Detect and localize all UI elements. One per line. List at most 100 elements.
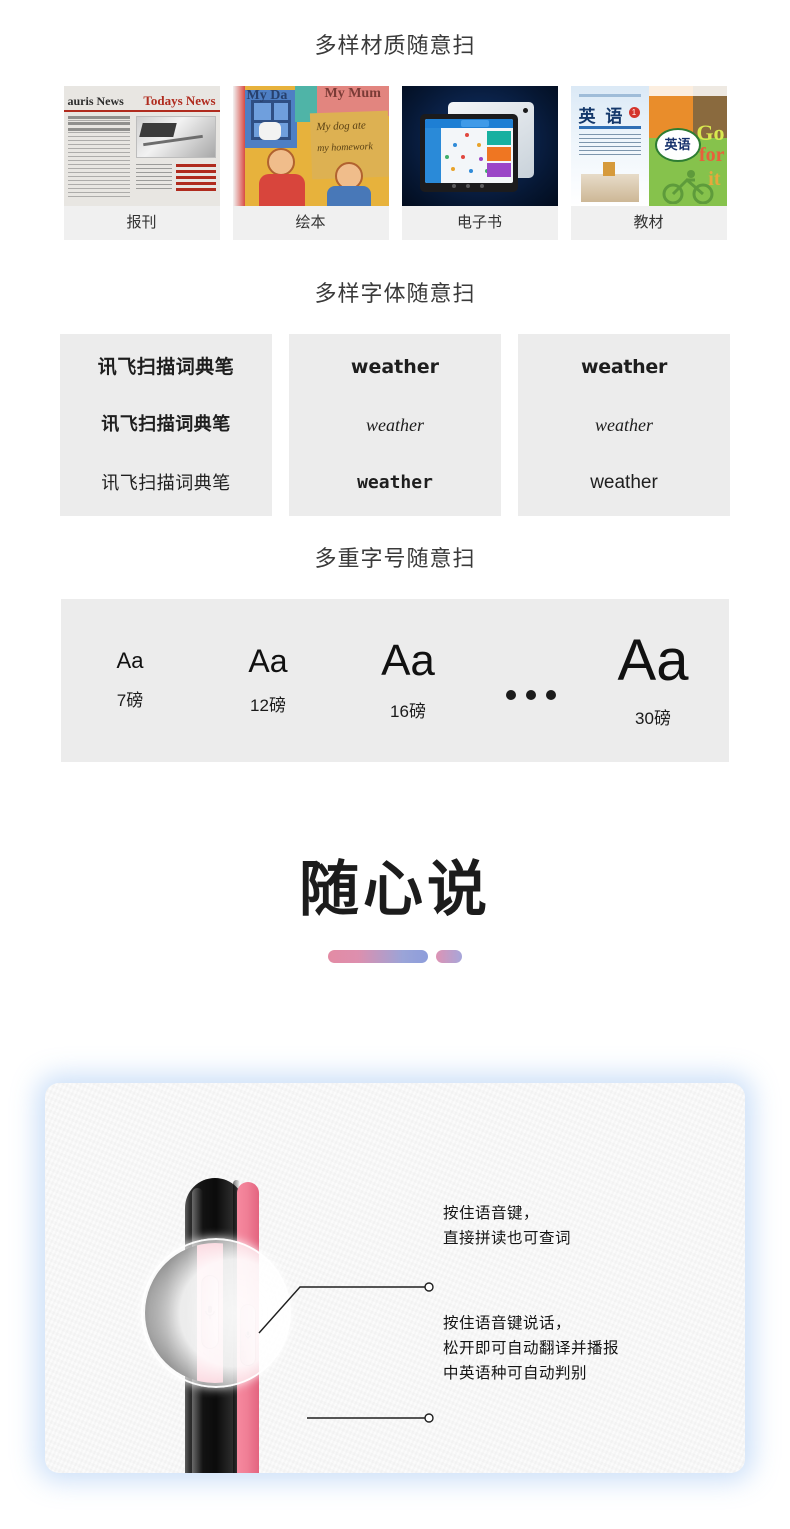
fonts-card-row: 讯飞扫描词典笔 讯飞扫描词典笔 讯飞扫描词典笔 weather weather … [0, 334, 790, 516]
sizes-section: 多重字号随意扫 Aa 7磅 Aa 12磅 Aa 16磅 Aa 30磅 [0, 527, 790, 762]
size-glyph-30: Aa [617, 628, 689, 693]
product-photo-panel: 按住语音键， 直接拼读也可查词 按住语音键说话， 松开即可自动翻译并播报 中英语… [45, 1083, 745, 1473]
textbook-1-building-art [580, 162, 639, 202]
pb-child-1-body [258, 174, 305, 206]
material-label-picture-book: 绘本 [232, 206, 389, 240]
textbook-2-title-oval: 英语 [654, 128, 701, 162]
textbook-2-go: Go [696, 120, 725, 145]
newspaper-masthead: auris News Todays News [63, 92, 220, 112]
font-sample-en1-2: weather [366, 415, 424, 435]
pb-dog [258, 122, 281, 140]
screen-topbar-chip [460, 120, 489, 127]
textbook-book-2: Go for it 英语 [648, 86, 727, 206]
hero-title: 随心说 [299, 855, 491, 925]
tablet-screen [424, 119, 513, 183]
font-sample-en2-2: weather [595, 415, 653, 435]
magnifier-circle [141, 1238, 291, 1388]
size-label-16: 16磅 [390, 702, 426, 721]
callout-1-line-1: 按住语音键， [443, 1205, 540, 1222]
textbook-2-for: for [698, 144, 725, 166]
size-label-12: 12磅 [250, 696, 286, 715]
callout-2-line-1: 按住语音键说话， [443, 1315, 572, 1332]
textbook-2-cyclist-icon [662, 170, 713, 204]
masthead-right-text: Todays News [143, 93, 216, 108]
materials-heading: 多样材质随意扫 [314, 33, 476, 58]
textbook-2-title: 英语 [664, 137, 691, 152]
material-card-picture-book[interactable]: My Da My Mum My dog ate my homework 绘本 [232, 86, 389, 240]
screen-mindmap [444, 133, 493, 179]
materials-section: 多样材质随意扫 auris News Todays News 报刊 My Da … [0, 0, 790, 240]
textbook-art: 英 语 1 Go for it 英语 [570, 86, 727, 206]
tablet-home-buttons [420, 182, 518, 190]
pb-page-line2: my homework [316, 141, 373, 155]
font-sample-cn-1: 讯飞扫描词典笔 [97, 356, 235, 378]
masthead-left-text: auris News [67, 94, 124, 108]
newspaper-body-text [135, 164, 172, 192]
font-sample-en2-3: weather [590, 472, 658, 493]
callout-voice-lookup: 按住语音键， 直接拼读也可查词 [443, 1201, 571, 1251]
font-sample-en2-1: weather [580, 356, 668, 378]
textbook-1-title: 英 语 [578, 107, 625, 127]
fonts-section: 多样字体随意扫 讯飞扫描词典笔 讯飞扫描词典笔 讯飞扫描词典笔 weather … [0, 262, 790, 516]
sizes-heading: 多重字号随意扫 [314, 546, 476, 571]
size-item-12: Aa 12磅 [199, 645, 337, 716]
sizes-ellipsis [479, 599, 583, 762]
ebook-art [401, 86, 558, 206]
material-card-textbook[interactable]: 英 语 1 Go for it 英语 教材 [570, 86, 727, 240]
size-item-16: Aa 16磅 [337, 639, 479, 722]
leader-endpoint-1 [424, 1282, 434, 1292]
divider-dot [436, 950, 462, 963]
newspaper-red-text [175, 164, 216, 192]
pb-text-my-dad: My Da [246, 88, 288, 103]
pb-book-edge [232, 86, 245, 206]
newspaper-art: auris News Todays News [63, 86, 220, 206]
pb-child-1-head [266, 148, 295, 176]
ebook-thumbnail [401, 86, 558, 206]
callout-2-line-2: 松开即可自动翻译并播报 [443, 1340, 620, 1358]
callout-1-line-2: 直接拼读也可查词 [443, 1230, 572, 1248]
screen-tile-purple [486, 163, 511, 177]
material-label-newspaper: 报刊 [63, 206, 220, 240]
newspaper-thumbnail: auris News Todays News [63, 86, 220, 206]
leader-endpoint-2 [424, 1413, 434, 1423]
size-glyph-16: Aa [381, 636, 435, 685]
font-sample-en1-3: weather [357, 472, 433, 493]
hero-section: 随心说 [0, 860, 790, 963]
size-glyph-7: Aa [116, 648, 144, 673]
newspaper-photo [135, 116, 216, 158]
picture-book-thumbnail: My Da My Mum My dog ate my homework [232, 86, 389, 206]
material-card-newspaper[interactable]: auris News Todays News 报刊 [63, 86, 220, 240]
font-sample-en1-1: weather [350, 356, 440, 378]
tablet-camera-icon [522, 108, 528, 113]
fonts-heading: 多样字体随意扫 [314, 281, 476, 306]
size-item-30: Aa 30磅 [583, 632, 723, 729]
textbook-1-badge: 1 [628, 107, 640, 118]
font-sample-cn-3: 讯飞扫描词典笔 [101, 473, 231, 493]
callout-2-line-3: 中英语种可自动判别 [443, 1365, 588, 1383]
material-label-ebook: 电子书 [401, 206, 558, 240]
newspaper-column [67, 116, 130, 200]
size-glyph-12: Aa [248, 643, 288, 679]
screen-sidebar [424, 128, 441, 183]
pb-child-2-body [326, 186, 371, 206]
size-item-7: Aa 7磅 [61, 650, 199, 711]
pb-text-my-mum: My Mum [324, 86, 381, 101]
font-card-chinese: 讯飞扫描词典笔 讯飞扫描词典笔 讯飞扫描词典笔 [60, 334, 272, 516]
picture-book-art: My Da My Mum My dog ate my homework [232, 86, 389, 206]
textbook-book-1: 英 语 1 [570, 86, 649, 206]
callout-voice-translate: 按住语音键说话， 松开即可自动翻译并播报 中英语种可自动判别 [443, 1311, 619, 1386]
material-card-ebook[interactable]: 电子书 [401, 86, 558, 240]
font-card-english-2: weather weather weather [518, 334, 730, 516]
material-label-textbook: 教材 [570, 206, 727, 240]
divider-bar [328, 950, 428, 963]
hero-divider [328, 950, 462, 963]
font-sample-cn-2: 讯飞扫描词典笔 [101, 414, 231, 435]
pb-page-line1: My dog ate [315, 119, 366, 134]
size-label-7: 7磅 [116, 691, 144, 710]
font-card-english-1: weather weather weather [289, 334, 501, 516]
size-label-30: 30磅 [635, 709, 671, 728]
textbook-thumbnail: 英 语 1 Go for it 英语 [570, 86, 727, 206]
materials-card-row: auris News Todays News 报刊 My Da My Mum M… [0, 86, 790, 240]
tablet-front [419, 114, 518, 192]
screen-tile-orange [486, 147, 511, 161]
